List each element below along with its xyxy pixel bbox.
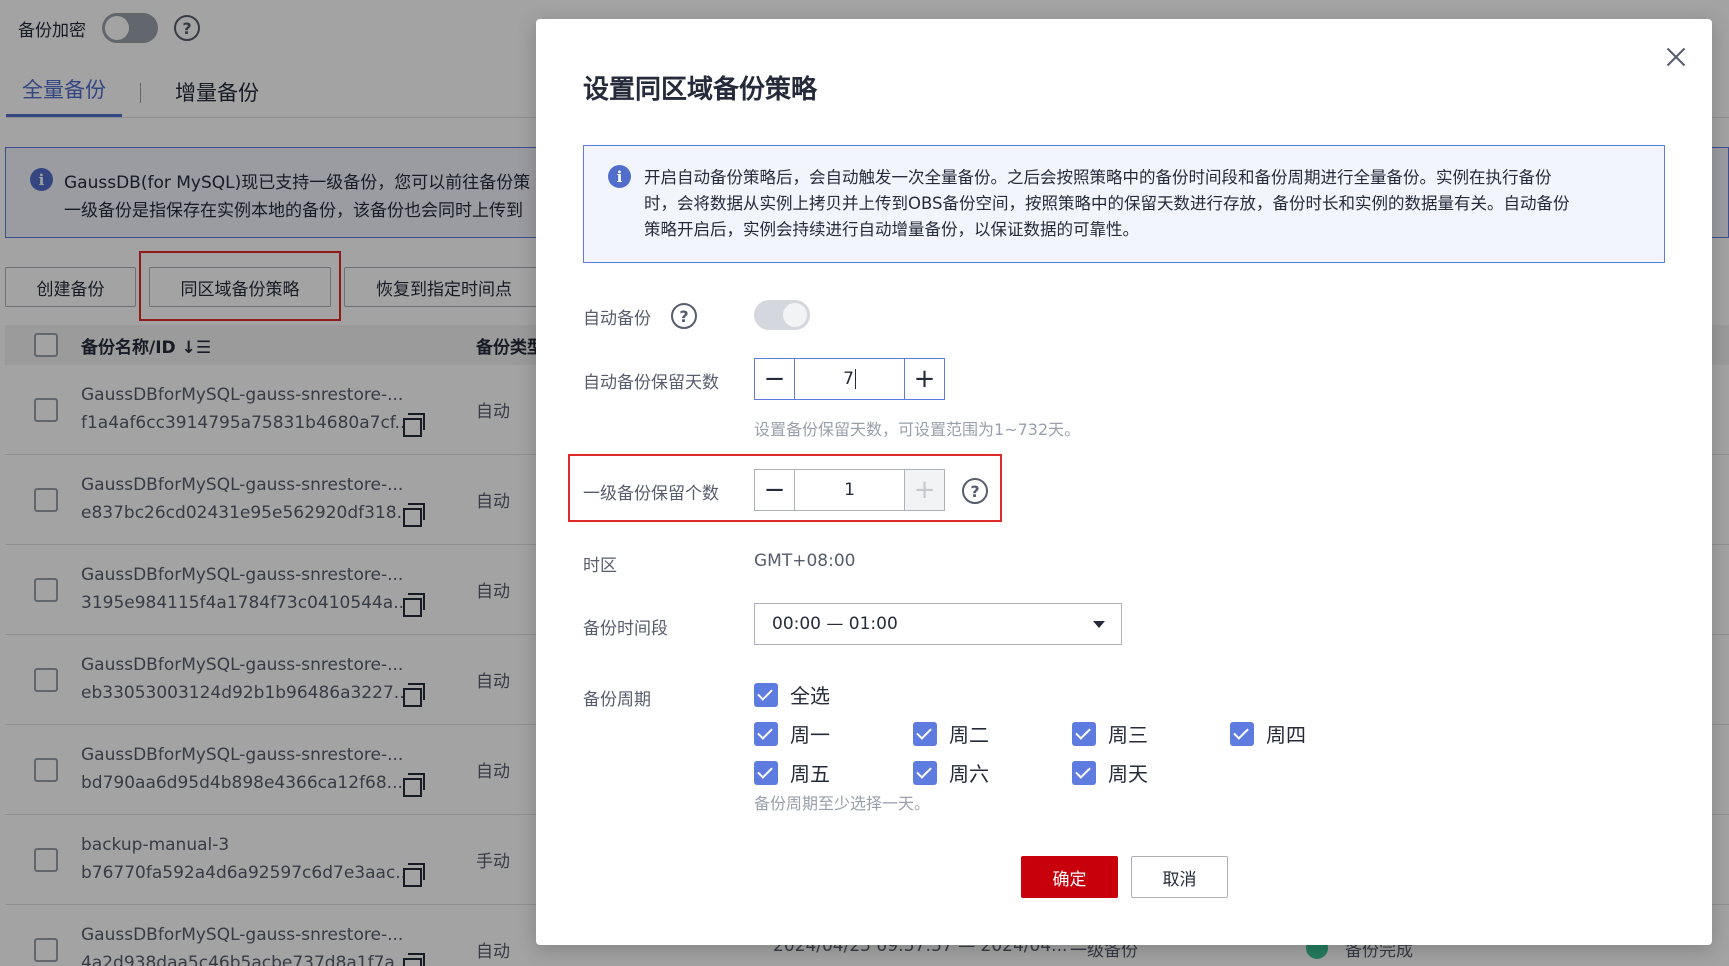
decrement-button[interactable]: −	[755, 359, 795, 399]
timezone-label: 时区	[583, 556, 617, 576]
level1-count-stepper[interactable]: − 1 +	[754, 469, 945, 511]
dialog-title: 设置同区域备份策略	[583, 75, 818, 105]
time-window-label: 备份时间段	[583, 619, 668, 639]
day-checkbox-friday[interactable]: 周五	[754, 758, 830, 787]
retention-days-stepper[interactable]: − 7 +	[754, 358, 945, 400]
info-line-3: 策略开启后，实例会持续进行自动增量备份，以保证数据的可靠性。	[644, 220, 1139, 239]
day-checkbox-wednesday[interactable]: 周三	[1072, 719, 1148, 748]
checkbox-checked-icon[interactable]	[1072, 760, 1096, 785]
help-icon[interactable]: ?	[671, 303, 697, 329]
retention-days-input[interactable]: 7	[795, 359, 904, 399]
checkbox-checked-icon[interactable]	[754, 760, 778, 785]
auto-backup-toggle	[754, 300, 810, 330]
increment-button: +	[904, 470, 944, 510]
time-window-value: 00:00 — 01:00	[772, 614, 898, 634]
select-all-label: 全选	[790, 684, 830, 708]
day-checkbox-sunday[interactable]: 周天	[1072, 758, 1148, 787]
day-label: 周五	[790, 762, 830, 786]
day-label: 周六	[949, 762, 989, 786]
info-icon: i	[608, 165, 631, 188]
backup-cycle-label: 备份周期	[583, 690, 651, 710]
checkbox-checked-icon[interactable]	[754, 721, 778, 746]
checkbox-checked-icon[interactable]	[913, 721, 937, 746]
day-label: 周三	[1108, 723, 1148, 747]
help-icon[interactable]: ?	[962, 478, 988, 504]
retention-days-hint: 设置备份保留天数，可设置范围为1~732天。	[754, 420, 1081, 439]
day-label: 周四	[1266, 723, 1306, 747]
info-line-2: 时，会将数据从实例上拷贝并上传到OBS备份空间，按照策略中的保留天数进行存放，备…	[644, 194, 1570, 213]
backup-cycle-hint: 备份周期至少选择一天。	[754, 794, 931, 813]
day-label: 周二	[949, 723, 989, 747]
day-checkbox-tuesday[interactable]: 周二	[913, 719, 989, 748]
auto-backup-label: 自动备份	[583, 309, 651, 329]
confirm-button[interactable]: 确定	[1021, 856, 1118, 898]
level1-count-label: 一级备份保留个数	[583, 484, 719, 504]
backup-policy-dialog: 设置同区域备份策略 i 开启自动备份策略后，会自动触发一次全量备份。之后会按照策…	[536, 19, 1712, 945]
checkbox-checked-icon[interactable]	[1230, 721, 1254, 746]
checkbox-checked-icon[interactable]	[1072, 721, 1096, 746]
day-checkbox-monday[interactable]: 周一	[754, 719, 830, 748]
timezone-value: GMT+08:00	[754, 551, 856, 571]
dialog-info-banner: i 开启自动备份策略后，会自动触发一次全量备份。之后会按照策略中的备份时间段和备…	[583, 145, 1665, 263]
chevron-down-icon	[1093, 621, 1105, 628]
close-icon[interactable]	[1664, 45, 1688, 69]
select-all-checkbox[interactable]: 全选	[754, 680, 830, 709]
day-label: 周天	[1108, 762, 1148, 786]
day-label: 周一	[790, 723, 830, 747]
text-cursor	[854, 369, 856, 389]
decrement-button[interactable]: −	[755, 470, 795, 510]
checkbox-checked-icon[interactable]	[754, 682, 778, 707]
increment-button[interactable]: +	[904, 359, 944, 399]
checkbox-checked-icon[interactable]	[913, 760, 937, 785]
cancel-button[interactable]: 取消	[1131, 856, 1228, 898]
level1-count-input[interactable]: 1	[795, 470, 904, 510]
day-checkbox-saturday[interactable]: 周六	[913, 758, 989, 787]
info-line-1: 开启自动备份策略后，会自动触发一次全量备份。之后会按照策略中的备份时间段和备份周…	[644, 168, 1552, 187]
retention-days-label: 自动备份保留天数	[583, 373, 719, 393]
time-window-select[interactable]: 00:00 — 01:00	[754, 603, 1122, 645]
day-checkbox-thursday[interactable]: 周四	[1230, 719, 1306, 748]
